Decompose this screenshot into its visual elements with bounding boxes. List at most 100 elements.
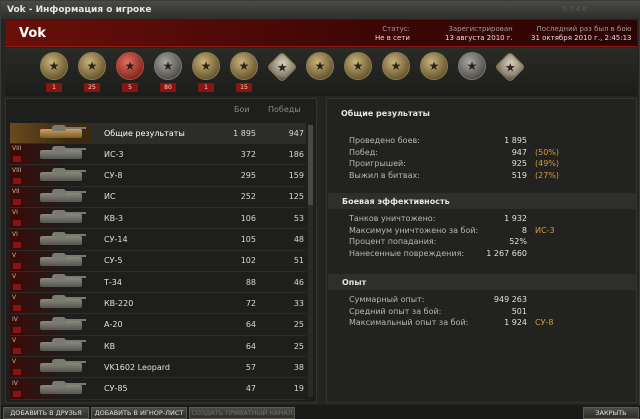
- ussr-flag-icon: [13, 262, 21, 269]
- tier-label: V: [12, 358, 17, 366]
- stat-label: Нанесенные повреждения:: [349, 248, 465, 258]
- stats-panel: Общие результаты Проведено боев: 1 895 Поб…: [326, 98, 637, 403]
- vehicle-name: КВ-3: [104, 213, 124, 223]
- vehicle-wins: 51: [293, 256, 304, 266]
- vehicle-battles: 57: [245, 362, 256, 372]
- vehicle-battles: 372: [240, 149, 256, 159]
- vehicle-row[interactable]: IV А-20 64 25: [10, 314, 306, 336]
- stat-value: 925: [511, 159, 527, 168]
- medal-2[interactable]: ★ 5: [113, 52, 147, 92]
- combat-section-title: Боевая эффективность: [342, 197, 450, 206]
- vehicle-row[interactable]: VIII ИС-3 372 186: [10, 144, 306, 166]
- ussr-flag-icon: [13, 198, 21, 205]
- vehicle-row[interactable]: V КВ 64 25: [10, 336, 306, 357]
- player-header: Vok Статус: Не в сети Зарегистрирован 13…: [5, 20, 637, 47]
- medal-5[interactable]: ★ 15: [227, 52, 261, 92]
- vehicle-row[interactable]: VII ИС 252 125: [10, 186, 306, 208]
- close-button[interactable]: ЗАКРЫТЬ: [583, 407, 639, 419]
- medal-9[interactable]: ★: [379, 52, 413, 92]
- stat-extra: СУ-8: [535, 318, 554, 327]
- vehicle-row[interactable]: V Т-34 88 46: [10, 272, 306, 294]
- tank-icon: VIII: [10, 165, 92, 186]
- tier-label: IV: [12, 315, 18, 323]
- ussr-flag-icon: [13, 241, 21, 248]
- medal-1[interactable]: ★ 25: [75, 52, 109, 92]
- vehicle-row-overall[interactable]: Общие результаты 1 895 947: [10, 123, 306, 144]
- vehicle-name: КВ-220: [104, 298, 134, 308]
- vehicle-name: СУ-85: [104, 384, 128, 394]
- title-bar: Vok - Информация о игроке 0.7.4 K: [1, 1, 640, 19]
- vehicle-row[interactable]: V VK1602 Leopard 57 38: [10, 357, 306, 379]
- stat-value: 1 924: [504, 318, 527, 327]
- tier-label: VIII: [12, 145, 22, 153]
- registered-label: Зарегистрирован: [448, 25, 513, 33]
- stat-value: 947: [511, 147, 527, 157]
- vehicle-name: СУ-8: [104, 171, 123, 181]
- tier-label: VII: [12, 187, 20, 195]
- star-order-icon: ★: [494, 51, 526, 83]
- vehicle-name: VK1602 Leopard: [104, 362, 170, 372]
- stat-label: Проведено боев:: [349, 136, 420, 145]
- last-battle-block: Последний раз был в бою 31 октября 2010 …: [531, 25, 632, 43]
- vehicle-row[interactable]: VI КВ-3 106 53: [10, 208, 306, 230]
- medal-10[interactable]: ★: [417, 52, 451, 92]
- stat-label: Максимум уничтожено за бой:: [349, 225, 479, 235]
- ussr-flag-icon: [13, 220, 21, 227]
- tier-label: VI: [12, 230, 18, 238]
- stat-label: Танков уничтожено:: [349, 214, 436, 223]
- portrait-medal-icon: ★: [420, 52, 448, 80]
- orange-cross-order-icon: ★: [306, 52, 334, 80]
- vehicle-row[interactable]: V КВ-220 72 33: [10, 293, 306, 315]
- tank-icon: V: [10, 250, 92, 271]
- tank-icon: V: [10, 272, 92, 293]
- tank-icon: V: [10, 336, 92, 356]
- tier-label: V: [12, 251, 17, 259]
- tank-icon: VI: [10, 208, 92, 229]
- medal-0[interactable]: ★ 1: [37, 52, 71, 92]
- vehicle-battles: 295: [240, 171, 256, 181]
- medal-11[interactable]: ★: [455, 52, 489, 92]
- tier-label: V: [12, 294, 17, 302]
- vehicle-row[interactable]: VI СУ-14 105 48: [10, 229, 306, 251]
- stat-value: 52%: [509, 237, 527, 246]
- vehicle-row[interactable]: VIII СУ-8 295 159: [10, 165, 306, 187]
- medal-7[interactable]: ★: [303, 52, 337, 92]
- stat-label: Средний опыт за бой:: [349, 306, 442, 316]
- medal-6[interactable]: ★: [265, 51, 299, 92]
- tank-icon: VI: [10, 229, 92, 250]
- medal-12[interactable]: ★: [493, 51, 527, 92]
- window-title: Vok - Информация о игроке: [7, 5, 152, 15]
- col-wins-header: Победы: [268, 105, 301, 114]
- vehicle-name: КВ: [104, 341, 116, 351]
- vehicle-battles: 88: [245, 277, 256, 287]
- title-ghost-text: 0.7.4 K: [562, 5, 587, 13]
- tank-icon: [10, 123, 92, 143]
- scrollbar-thumb[interactable]: [308, 125, 313, 205]
- vehicle-list-scrollbar[interactable]: [308, 125, 313, 397]
- vehicle-wins: 186: [288, 149, 304, 159]
- add-ignore-button[interactable]: ДОБАВИТЬ В ИГНОР-ЛИСТ: [91, 407, 187, 419]
- combat-section-header: Боевая эффективность: [328, 193, 636, 209]
- medal-count-badge: 5: [122, 83, 138, 92]
- vehicle-row[interactable]: IV СУ-85 47 19: [10, 378, 306, 400]
- tank-icon: VIII: [10, 144, 92, 165]
- stat-extra: (49%): [535, 159, 560, 168]
- vehicle-battles: 64: [245, 341, 256, 351]
- medal-count-badge: 1: [46, 83, 62, 92]
- ussr-flag-icon: [13, 177, 21, 184]
- vehicle-battles: 102: [240, 256, 256, 266]
- stat-label: Суммарный опыт:: [349, 295, 425, 304]
- last-battle-value: 31 октября 2010 г., 2:45:13: [531, 34, 632, 42]
- private-channel-button[interactable]: СОЗДАТЬ ПРИВАТНЫЙ КАНАЛ: [189, 407, 295, 419]
- stat-value: 8: [521, 225, 527, 235]
- vehicle-row[interactable]: V СУ-5 102 51: [10, 250, 306, 272]
- medal-3[interactable]: ★ 80: [151, 52, 185, 92]
- gold-star-order-icon: ★: [382, 52, 410, 80]
- vehicle-battles: 72: [245, 298, 256, 308]
- vehicle-battles: 1 895: [233, 128, 256, 138]
- ussr-flag-icon: [13, 305, 21, 312]
- medal-8[interactable]: ★: [341, 52, 375, 92]
- ussr-flag-icon: [13, 390, 21, 397]
- medal-4[interactable]: ★ 1: [189, 52, 223, 92]
- add-friend-button[interactable]: ДОБАВИТЬ В ДРУЗЬЯ: [3, 407, 89, 419]
